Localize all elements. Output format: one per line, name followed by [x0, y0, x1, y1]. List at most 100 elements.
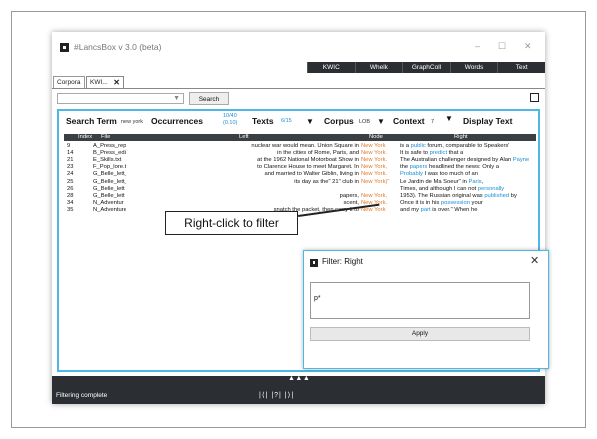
cell-right-text: Once it is in his — [400, 199, 441, 206]
table-row[interactable]: 34 N_Adventur scent, New York. Once it is in… — [64, 200, 536, 207]
tab-corpora[interactable]: Corpora — [53, 76, 85, 88]
tab-kwic-label: KWI... — [90, 79, 108, 86]
dialog-close-icon[interactable]: ✕ — [530, 254, 539, 267]
cell-left: nuclear war would mean. Union Square in — [251, 143, 359, 149]
table-row[interactable]: 9 A_Press_rep nuclear war would mean. Unio… — [64, 143, 536, 150]
cell-index: 34 — [67, 199, 74, 206]
corpus-label: Corpus — [324, 116, 354, 126]
cell-file: E_Skills.txt — [93, 157, 122, 164]
cell-right-text: by — [509, 192, 517, 199]
occurrences-label: Occurrences — [151, 116, 203, 126]
table-row[interactable]: 35 N_Adventure: snatch the packet, then ca… — [64, 207, 536, 214]
cell-right: the papers headlined the news: Only a — [400, 164, 536, 171]
texts-value: 6/15 — [281, 118, 292, 124]
page-nav[interactable]: |⟨| |?| |⟩| — [259, 391, 294, 399]
cell-right-text: is over." When he — [430, 206, 478, 213]
search-term-label: Search Term — [66, 116, 117, 126]
cell-right-text: headlined the news: Only a — [427, 164, 499, 171]
app-logo-icon — [60, 43, 69, 52]
cell-right: It is safe to predict that a — [400, 150, 536, 157]
header-index[interactable]: Index — [78, 134, 92, 141]
window-title: #LancsBox v 3.0 (beta) — [74, 42, 162, 52]
nav-words[interactable]: Words — [449, 62, 498, 73]
cell-node: New York. — [361, 150, 388, 157]
cell-right-text: the — [400, 164, 410, 171]
cell-index: 21 — [67, 157, 74, 164]
table-row[interactable]: 26 G_Belle_lett Times, and although I can … — [64, 186, 536, 193]
expand-arrows-icon[interactable]: ▲▲▲ — [288, 375, 310, 382]
cell-right-highlight: possession — [440, 199, 470, 206]
cell-file: G_Belle_lett — [93, 185, 125, 192]
table-header: Index File Left Node Right — [64, 134, 536, 141]
cell-right: and my part is over." When he — [400, 207, 536, 214]
cell-file: F_Pop_lore.tx — [93, 164, 126, 171]
cell-right: 1953). The Russian original was publishe… — [400, 193, 536, 200]
cell-right-text: Times, and although I can not — [400, 185, 478, 192]
cell-right-text: , — [481, 178, 484, 185]
cell-right-text: and my — [400, 206, 421, 213]
callout-label: Right-click to filter — [165, 211, 298, 235]
cell-right: Times, and although I can not personally — [400, 186, 536, 193]
filter-input[interactable]: p* — [310, 282, 530, 319]
search-controls: ▼ Search — [52, 89, 545, 107]
context-caret-icon[interactable]: ▼ — [445, 114, 453, 123]
cell-node: New York)" — [361, 178, 390, 185]
status-text: Filtering complete — [56, 392, 108, 399]
cell-right-text: 1953). The Russian original was — [400, 192, 485, 199]
tab-close-icon[interactable]: ✕ — [113, 77, 120, 89]
cell-node: New York — [361, 143, 386, 149]
maximize-icon[interactable]: ☐ — [498, 41, 506, 52]
cell-right: Probably I was too much of an — [400, 171, 536, 178]
close-icon[interactable]: ✕ — [524, 41, 532, 52]
cell-right-highlight: Paris — [468, 178, 482, 185]
header-right[interactable]: Right — [454, 134, 468, 141]
header-node[interactable]: Node — [369, 134, 383, 141]
cell-file: N_Adventure: — [93, 206, 126, 213]
cell-file: B_Press_edit — [93, 150, 126, 157]
export-icon[interactable] — [530, 93, 539, 102]
texts-label: Texts — [252, 116, 274, 126]
cell-node: New York — [361, 206, 386, 213]
nav-graphcoll[interactable]: GraphColl — [402, 62, 450, 73]
texts-caret-icon[interactable]: ▼ — [306, 117, 314, 126]
cell-index: 23 — [67, 164, 74, 171]
cell-right-text: your — [469, 199, 483, 206]
cell-index: 26 — [67, 185, 74, 192]
cell-left: in the cities of Rome, Paris, and — [277, 150, 359, 157]
context-value: 7 — [431, 119, 435, 125]
occurrences-value: 10/40 — [223, 113, 237, 119]
search-button[interactable]: Search — [189, 92, 229, 105]
tab-kwic[interactable]: KWI... ✕ — [86, 76, 124, 88]
table-row[interactable]: 23 F_Pop_lore.tx to Clarence House to meet… — [64, 164, 536, 171]
cell-right-highlight: part — [420, 206, 431, 213]
search-term-stat: new york — [121, 119, 144, 125]
nav-whelk[interactable]: Whelk — [354, 62, 403, 73]
header-left[interactable]: Left — [239, 134, 249, 141]
table-row[interactable]: 25 G_Belle_lett_ its day as the" 21" club … — [64, 179, 536, 186]
cell-right-highlight: published — [484, 192, 510, 199]
cell-left: at the 1962 National Motorboat Show in — [257, 157, 359, 164]
cell-node: New York. — [361, 171, 388, 178]
cell-right-text: that a — [447, 150, 464, 157]
apply-button[interactable]: Apply — [310, 327, 530, 341]
table-row[interactable]: 21 E_Skills.txt at the 1962 National Motor… — [64, 157, 536, 164]
tool-nav: KWIC Whelk GraphColl Words Text — [307, 62, 545, 73]
cell-node: New York, — [361, 192, 388, 199]
title-bar: #LancsBox v 3.0 (beta) – ☐ ✕ — [52, 32, 545, 62]
search-term-dropdown[interactable]: ▼ — [57, 93, 184, 104]
header-file[interactable]: File — [101, 134, 110, 141]
nav-kwic[interactable]: KWIC — [307, 62, 355, 73]
cell-right-highlight: Probably — [400, 171, 423, 178]
corpus-caret-icon[interactable]: ▼ — [377, 117, 385, 126]
cell-file: G_Belle_lett — [93, 192, 125, 199]
cell-right-text: Le Jardin de Ma Soeur" in — [400, 178, 469, 185]
dialog-app-icon — [310, 259, 318, 267]
cell-right: The Australian challenger designed by Al… — [400, 157, 536, 164]
table-row[interactable]: 28 G_Belle_lett papers, New York, 1953). The… — [64, 193, 536, 200]
minimize-icon[interactable]: – — [475, 41, 480, 51]
table-row[interactable]: 24 G_Belle_lett_ and married to Walter Gib… — [64, 171, 536, 178]
cell-right-highlight: papers — [409, 164, 428, 171]
table-row[interactable]: 14 B_Press_edit in the cities of Rome, Par… — [64, 150, 536, 157]
nav-text[interactable]: Text — [497, 62, 545, 73]
cell-left: and married to Walter Giblin, living in — [264, 171, 359, 178]
